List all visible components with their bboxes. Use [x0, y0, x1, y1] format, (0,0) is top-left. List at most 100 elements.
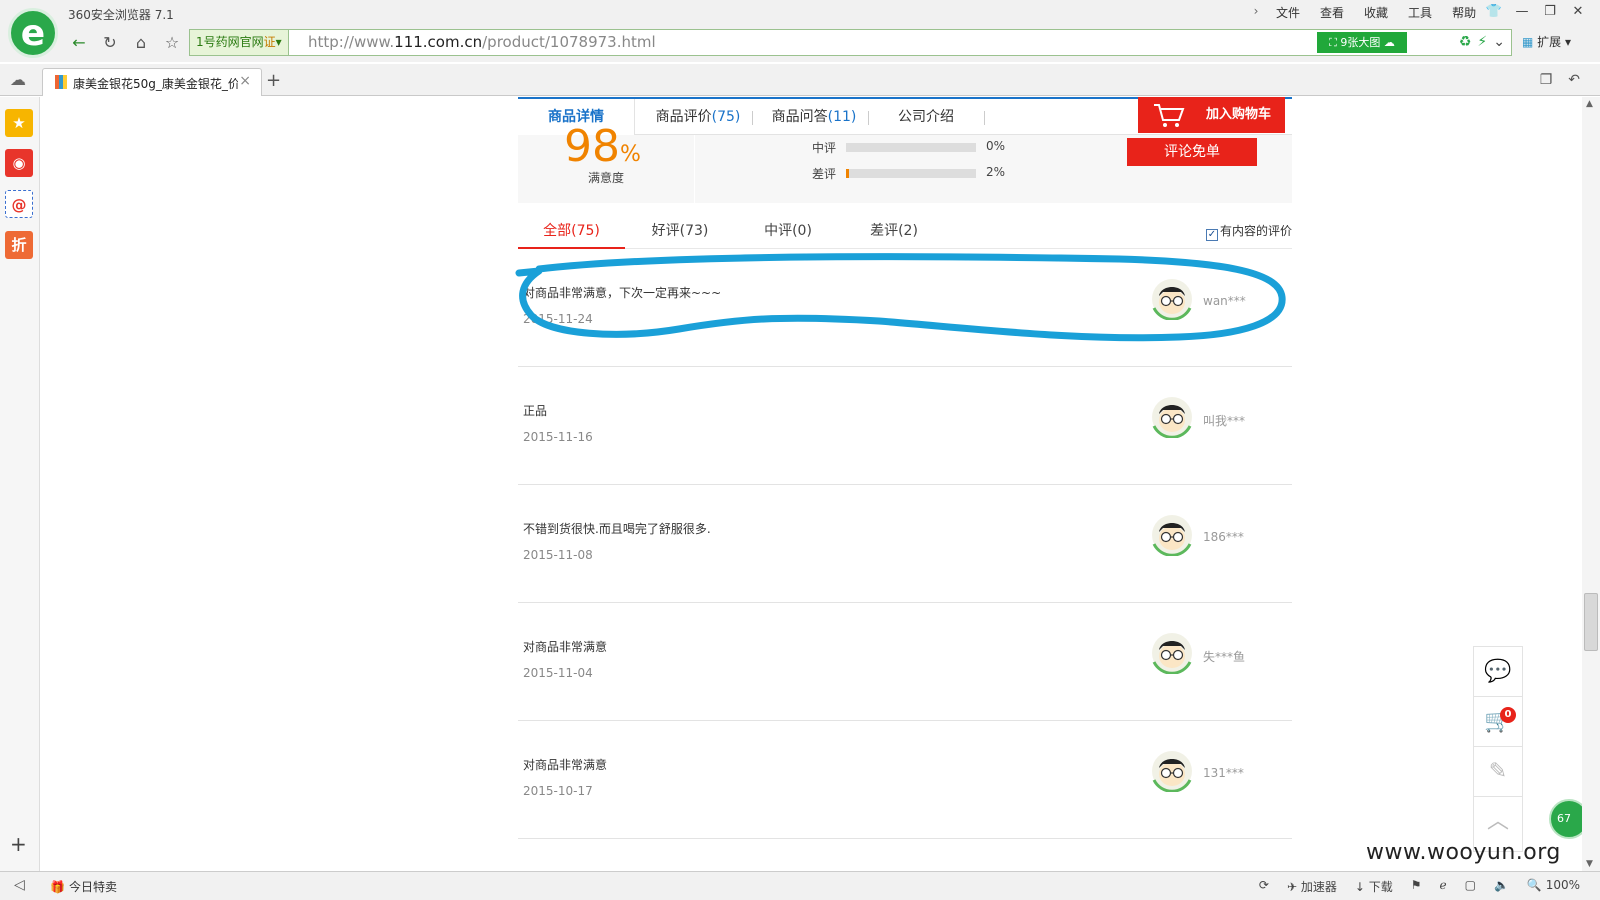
- big-images-label: 9张大图: [1340, 36, 1381, 49]
- menu-file[interactable]: 文件: [1270, 4, 1306, 21]
- review-username[interactable]: 叫我***: [1203, 412, 1245, 429]
- address-bar[interactable]: 1号药网官网证▾ http://www.111.com.cn/product/1…: [189, 29, 1512, 56]
- review-item: 对商品非常满意，下次一定再来~~~ 2015-11-24 wan***: [518, 249, 1292, 367]
- restore-tabs-icon[interactable]: ❐: [1540, 72, 1553, 88]
- volume-icon[interactable]: 🔈: [1494, 878, 1509, 895]
- satisfaction-value: 98: [564, 121, 620, 172]
- summary-divider: [694, 135, 695, 203]
- refresh-button[interactable]: ↻: [97, 30, 123, 56]
- big-images-button[interactable]: ⛶ 9张大图 ☁: [1317, 32, 1407, 53]
- recycle-icon[interactable]: ♻: [1459, 30, 1472, 55]
- minimize-button[interactable]: —: [1508, 2, 1536, 22]
- vertical-scrollbar[interactable]: ▲ ▼: [1582, 97, 1600, 871]
- green-float-badge[interactable]: 67: [1549, 799, 1582, 839]
- floating-cart-button[interactable]: 🛒 0: [1474, 697, 1522, 747]
- review-free-button[interactable]: 评论免单: [1127, 138, 1257, 166]
- extensions-button[interactable]: ▦ 扩展 ▾: [1522, 33, 1571, 50]
- home-button[interactable]: ⌂: [128, 30, 154, 56]
- review-username[interactable]: 131***: [1203, 766, 1244, 780]
- chevron-down-icon[interactable]: ⌄: [1493, 30, 1505, 55]
- url-path: /product/1078973.html: [482, 33, 656, 51]
- percent-sign: %: [620, 142, 641, 167]
- cloud-icon[interactable]: ☁: [10, 70, 26, 89]
- grid-icon: ▦: [1522, 35, 1534, 49]
- chat-icon[interactable]: 💬: [1474, 647, 1522, 697]
- filter-medium[interactable]: 中评(0): [738, 220, 838, 249]
- site-verified-badge[interactable]: 1号药网官网证▾: [190, 30, 289, 55]
- skin-icon[interactable]: 👕: [1480, 2, 1508, 22]
- close-tab-icon[interactable]: ×: [239, 73, 251, 89]
- menu-help[interactable]: 帮助: [1446, 4, 1482, 21]
- user-avatar: [1151, 514, 1193, 557]
- scroll-down-icon[interactable]: ▼: [1586, 859, 1593, 869]
- review-text: 对商品非常满意: [523, 640, 608, 654]
- tab-company-intro[interactable]: 公司介绍: [880, 99, 972, 135]
- tab-divider: [868, 111, 869, 125]
- rating-bar: [846, 143, 976, 152]
- collapse-sidebar-icon[interactable]: ◁: [14, 877, 25, 893]
- scroll-up-icon[interactable]: ▲: [1586, 99, 1593, 109]
- menu-tools[interactable]: 工具: [1402, 4, 1438, 21]
- edit-feedback-icon[interactable]: ✎: [1474, 747, 1522, 797]
- review-filter-tabs: 全部(75) 好评(73) 中评(0) 差评(2) ✓ 有内容的评价: [518, 213, 1292, 249]
- filter-good[interactable]: 好评(73): [630, 220, 730, 249]
- sidebar-add-button[interactable]: +: [10, 832, 27, 856]
- scroll-thumb[interactable]: [1584, 593, 1598, 651]
- undo-close-icon[interactable]: ↶: [1568, 72, 1580, 88]
- chevron-right-icon[interactable]: ›: [1250, 4, 1262, 21]
- add-to-cart-label: 加入购物车: [1205, 107, 1271, 122]
- add-to-cart-button[interactable]: 加入购物车: [1138, 97, 1285, 133]
- today-deal-link[interactable]: 🎁 今日特卖: [50, 878, 117, 895]
- rating-label: 中评: [812, 141, 837, 155]
- zoom-control[interactable]: 🔍 100%: [1527, 878, 1580, 895]
- review-date: 2015-11-24: [523, 312, 593, 326]
- status-tools: ⟳ ✈ 加速器 ↓ 下载 ⚑ ℯ ▢ 🔈 🔍 100%: [1259, 878, 1580, 895]
- review-username[interactable]: wan***: [1203, 294, 1246, 308]
- review-text: 对商品非常满意: [523, 758, 608, 772]
- flag-icon[interactable]: ⚑: [1411, 878, 1422, 895]
- weibo-icon[interactable]: ◉: [5, 149, 33, 177]
- review-username[interactable]: 失***鱼: [1203, 648, 1245, 665]
- tab-qa-count: (11): [827, 109, 857, 125]
- left-sidebar: ★ ◉ @ 折: [0, 97, 40, 871]
- rating-bar-fill: [846, 169, 849, 178]
- maximize-button[interactable]: ❐: [1536, 2, 1564, 22]
- review-date: 2015-10-17: [523, 784, 593, 798]
- satisfaction-percent: 98%: [564, 121, 641, 172]
- review-item: 对商品非常满意 2015-11-04 失***鱼: [518, 603, 1292, 721]
- url-text[interactable]: http://www.111.com.cn/product/1078973.ht…: [308, 33, 656, 51]
- tab-title: 康美金银花50g_康美金银花_价: [73, 77, 238, 91]
- tab-bar-tools: ❐ ↶: [1540, 72, 1580, 88]
- review-username[interactable]: 186***: [1203, 530, 1244, 544]
- star-icon[interactable]: ★: [5, 109, 33, 137]
- lightning-icon[interactable]: ⚡: [1477, 30, 1487, 55]
- review-item: 不错到货很快.而且喝完了舒服很多. 2015-11-08 186***: [518, 485, 1292, 603]
- user-avatar: [1151, 396, 1193, 439]
- ie-icon[interactable]: ℯ: [1440, 878, 1447, 895]
- with-content-filter[interactable]: ✓ 有内容的评价: [1205, 222, 1292, 241]
- with-content-label: 有内容的评价: [1219, 224, 1292, 238]
- tab-qa-label: 商品问答: [771, 109, 828, 125]
- tab-product-qa[interactable]: 商品问答(11): [764, 99, 864, 135]
- status-bar: ◁ 🎁 今日特卖 ⟳ ✈ 加速器 ↓ 下载 ⚑ ℯ ▢ 🔈 🔍 100%: [0, 871, 1600, 900]
- menu-favorites[interactable]: 收藏: [1358, 4, 1394, 21]
- filter-bad[interactable]: 差评(2): [844, 220, 944, 249]
- bookmark-star-button[interactable]: ☆: [159, 30, 185, 56]
- with-content-checkbox[interactable]: ✓: [1205, 229, 1218, 241]
- tab-product-page[interactable]: 康美金银花50g_康美金银花_价 ×: [42, 68, 262, 96]
- back-button[interactable]: ←: [66, 30, 92, 56]
- compat-mode-icon[interactable]: ⟳: [1259, 878, 1269, 895]
- filter-all[interactable]: 全部(75): [518, 220, 625, 249]
- mail-icon[interactable]: @: [5, 190, 33, 218]
- site-badge-label: 1号药网官网: [196, 35, 264, 49]
- satisfaction-label: 满意度: [588, 171, 625, 185]
- tab-product-reviews[interactable]: 商品评价(75): [648, 99, 748, 135]
- new-tab-button[interactable]: +: [266, 70, 281, 91]
- download-button[interactable]: ↓ 下载: [1355, 878, 1393, 895]
- discount-icon[interactable]: 折: [5, 231, 33, 259]
- close-window-button[interactable]: ✕: [1564, 2, 1592, 22]
- review-text: 对商品非常满意，下次一定再来~~~: [523, 286, 722, 300]
- accelerator-button[interactable]: ✈ 加速器: [1287, 878, 1337, 895]
- menu-view[interactable]: 查看: [1314, 4, 1350, 21]
- screen-icon[interactable]: ▢: [1465, 878, 1476, 895]
